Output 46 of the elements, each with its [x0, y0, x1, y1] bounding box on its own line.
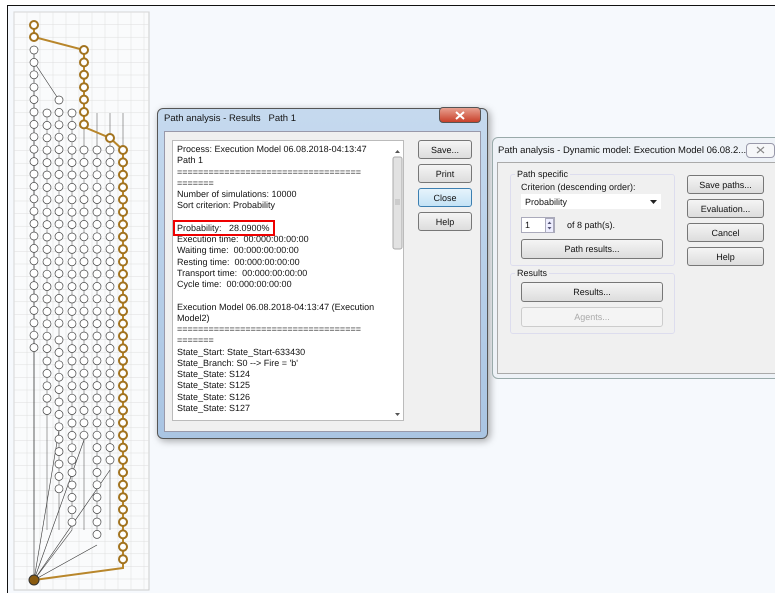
result-line: State_State: S127 [177, 402, 250, 413]
result-line: Model2) [177, 312, 210, 323]
close-icon [455, 110, 465, 120]
dialog-button[interactable]: Cancel [687, 223, 764, 242]
result-line: Cycle time: 00:000:00:00:00 [177, 279, 292, 289]
path-count-label: of 8 path(s). [567, 220, 616, 230]
result-line: State_State: S126 [177, 392, 250, 402]
result-line: State_State: S125 [177, 380, 250, 390]
close-button[interactable] [439, 107, 481, 123]
dialog-button[interactable]: Close [418, 188, 472, 207]
result-line: ======= [177, 335, 214, 346]
result-line: Execution time: 00:000:00:00:00 [177, 234, 309, 244]
spinner-arrows-icon [545, 218, 554, 232]
group-title: Path specific [516, 169, 570, 179]
result-line: Path 1 [177, 155, 204, 166]
result-line: State_Start: State_Start-633430 [177, 346, 306, 356]
criterion-dropdown[interactable]: Probability [521, 194, 661, 209]
dialog-button[interactable]: Save paths... [687, 175, 764, 194]
result-line: =================================== [177, 324, 361, 334]
result-line: Sort criterion: Probability [177, 200, 276, 210]
result-line: Transport time: 00:000:00:00:00 [177, 268, 308, 278]
result-line: =================================== [177, 166, 361, 176]
dialog-button[interactable]: Print [418, 164, 472, 183]
dialog-button[interactable]: Evaluation... [687, 199, 764, 218]
path-number-spinner[interactable]: 1 [521, 217, 555, 233]
result-line: State_State: S124 [177, 369, 250, 379]
result-line: Resting time: 00:000:00:00:00 [177, 256, 300, 266]
result-line: Number of simulations: 10000 [177, 189, 297, 199]
window-title: Path analysis - Results Path 1 [164, 112, 296, 124]
result-line: State_Branch: S0 --> Fire = 'b' [177, 358, 298, 368]
result-line: Waiting time: 00:000:00:00:00 [177, 245, 299, 256]
dialog-button[interactable]: Help [687, 247, 764, 266]
close-icon [756, 146, 766, 154]
dialog-button[interactable]: Help [418, 212, 472, 231]
result-line: Execution Model 06.08.2018-04:13:47 (Execution [177, 302, 374, 312]
path-results-button[interactable]: Path results... [521, 239, 663, 259]
criterion-label: Criterion (descending order): [521, 182, 637, 192]
close-button[interactable] [746, 142, 775, 158]
dialog-button[interactable]: Results... [521, 282, 663, 302]
result-line: Process: Execution Model 06.08.2018-04:13:47 [177, 144, 367, 154]
window-title: Path analysis - Dynamic model: Execution Model 06.08.2... [498, 144, 746, 156]
dropdown-caret-icon [650, 200, 657, 204]
dialog-button[interactable]: Save... [418, 140, 472, 159]
result-line: ======= [177, 178, 214, 188]
result-line: Probability: 28.0900% [175, 222, 273, 234]
group-title: Results [516, 268, 548, 278]
